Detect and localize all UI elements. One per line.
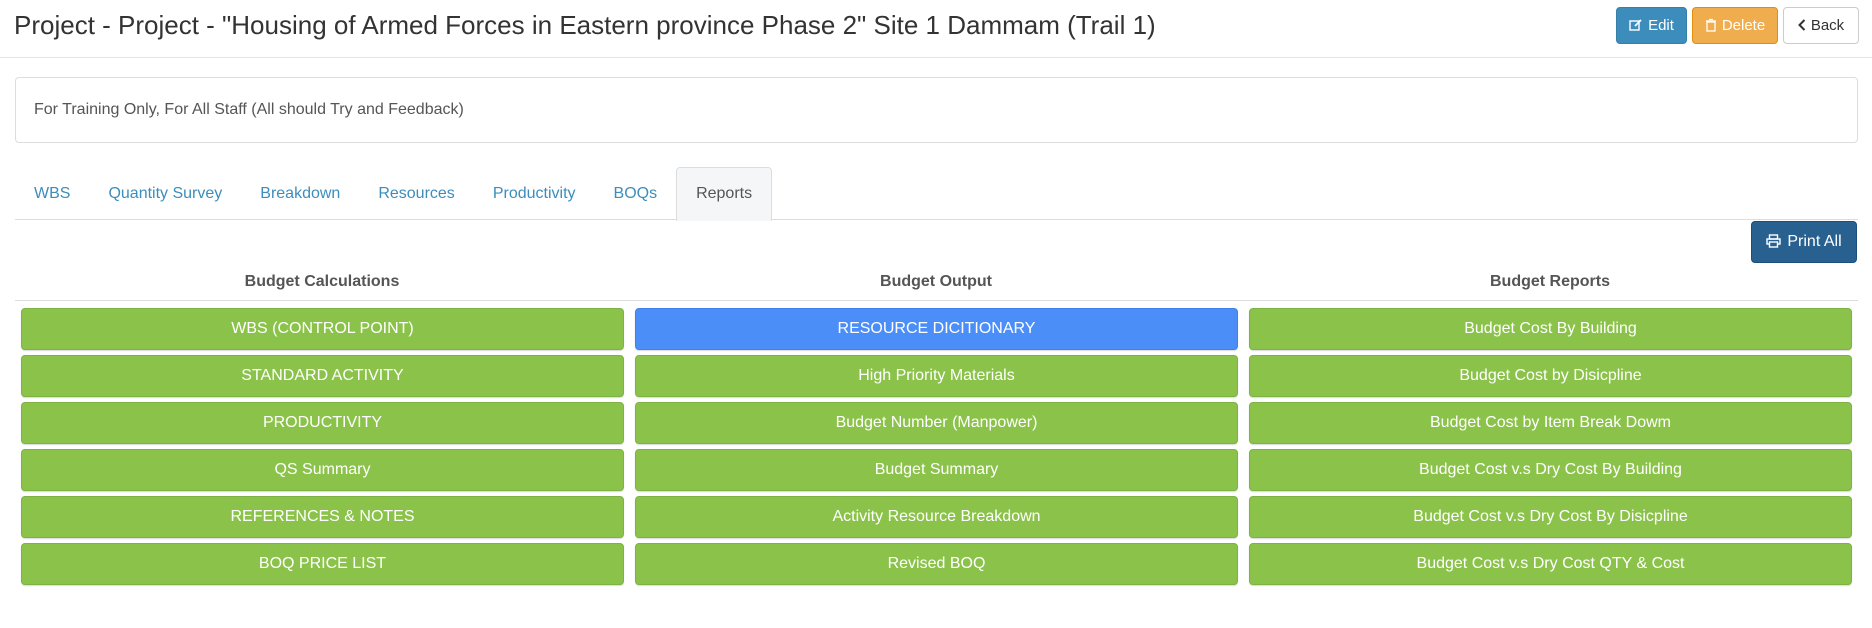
tab-productivity[interactable]: Productivity xyxy=(474,167,595,220)
edit-button[interactable]: Edit xyxy=(1616,7,1687,44)
tab-wbs[interactable]: WBS xyxy=(15,167,89,220)
report-button[interactable]: RESOURCE DICITIONARY xyxy=(635,308,1238,350)
report-button[interactable]: PRODUCTIVITY xyxy=(21,402,624,444)
report-button[interactable]: Budget Cost v.s Dry Cost QTY & Cost xyxy=(1249,543,1852,585)
budget-reports-list: Budget Cost By Building Budget Cost by D… xyxy=(1249,308,1852,585)
report-button[interactable]: WBS (CONTROL POINT) xyxy=(21,308,624,350)
tab-breakdown[interactable]: Breakdown xyxy=(241,167,359,220)
report-button[interactable]: Activity Resource Breakdown xyxy=(635,496,1238,538)
report-button[interactable]: Budget Summary xyxy=(635,449,1238,491)
notice-text: For Training Only, For All Staff (All sh… xyxy=(34,101,464,118)
report-button[interactable]: BOQ PRICE LIST xyxy=(21,543,624,585)
column-heading-budget-calculations: Budget Calculations xyxy=(244,273,400,290)
page-header: Project - Project - "Housing of Armed Fo… xyxy=(0,0,1872,58)
delete-button[interactable]: Delete xyxy=(1692,7,1778,44)
report-button[interactable]: High Priority Materials xyxy=(635,355,1238,397)
tab-boqs[interactable]: BOQs xyxy=(595,167,677,220)
column-heading-budget-output: Budget Output xyxy=(880,273,992,290)
column-heading-budget-reports: Budget Reports xyxy=(1490,273,1610,290)
header-actions: Edit Delete Back xyxy=(1616,7,1859,44)
report-button[interactable]: Budget Cost by Item Break Dowm xyxy=(1249,402,1852,444)
chevron-left-icon xyxy=(1797,18,1806,33)
trash-icon xyxy=(1705,18,1717,34)
print-all-label: Print All xyxy=(1787,233,1842,250)
report-button[interactable]: Budget Cost v.s Dry Cost By Disicpline xyxy=(1249,496,1852,538)
print-icon xyxy=(1766,234,1782,250)
report-button[interactable]: Budget Cost By Building xyxy=(1249,308,1852,350)
report-button[interactable]: Budget Cost by Disicpline xyxy=(1249,355,1852,397)
report-button[interactable]: Revised BOQ xyxy=(635,543,1238,585)
page-title: Project - Project - "Housing of Armed Fo… xyxy=(14,10,1156,40)
back-label: Back xyxy=(1810,17,1845,34)
column-divider xyxy=(15,300,1858,301)
page: Project - Project - "Housing of Armed Fo… xyxy=(0,0,1872,628)
report-button[interactable]: REFERENCES & NOTES xyxy=(21,496,624,538)
budget-output-list: RESOURCE DICITIONARY High Priority Mater… xyxy=(635,308,1238,585)
report-button[interactable]: Budget Number (Manpower) xyxy=(635,402,1238,444)
edit-label: Edit xyxy=(1648,17,1674,34)
tab-bar: WBS Quantity Survey Breakdown Resources … xyxy=(15,167,1858,221)
tab-resources[interactable]: Resources xyxy=(359,167,473,220)
report-button[interactable]: QS Summary xyxy=(21,449,624,491)
tab-quantity-survey[interactable]: Quantity Survey xyxy=(89,167,241,220)
budget-calculations-list: WBS (CONTROL POINT) STANDARD ACTIVITY PR… xyxy=(21,308,624,585)
report-button[interactable]: Budget Cost v.s Dry Cost By Building xyxy=(1249,449,1852,491)
tab-reports[interactable]: Reports xyxy=(676,167,773,221)
delete-label: Delete xyxy=(1721,17,1766,34)
print-all-button[interactable]: Print All xyxy=(1751,221,1857,263)
edit-icon xyxy=(1629,18,1643,34)
report-button[interactable]: STANDARD ACTIVITY xyxy=(21,355,624,397)
back-button[interactable]: Back xyxy=(1783,7,1859,44)
notice-box: For Training Only, For All Staff (All sh… xyxy=(15,77,1858,143)
